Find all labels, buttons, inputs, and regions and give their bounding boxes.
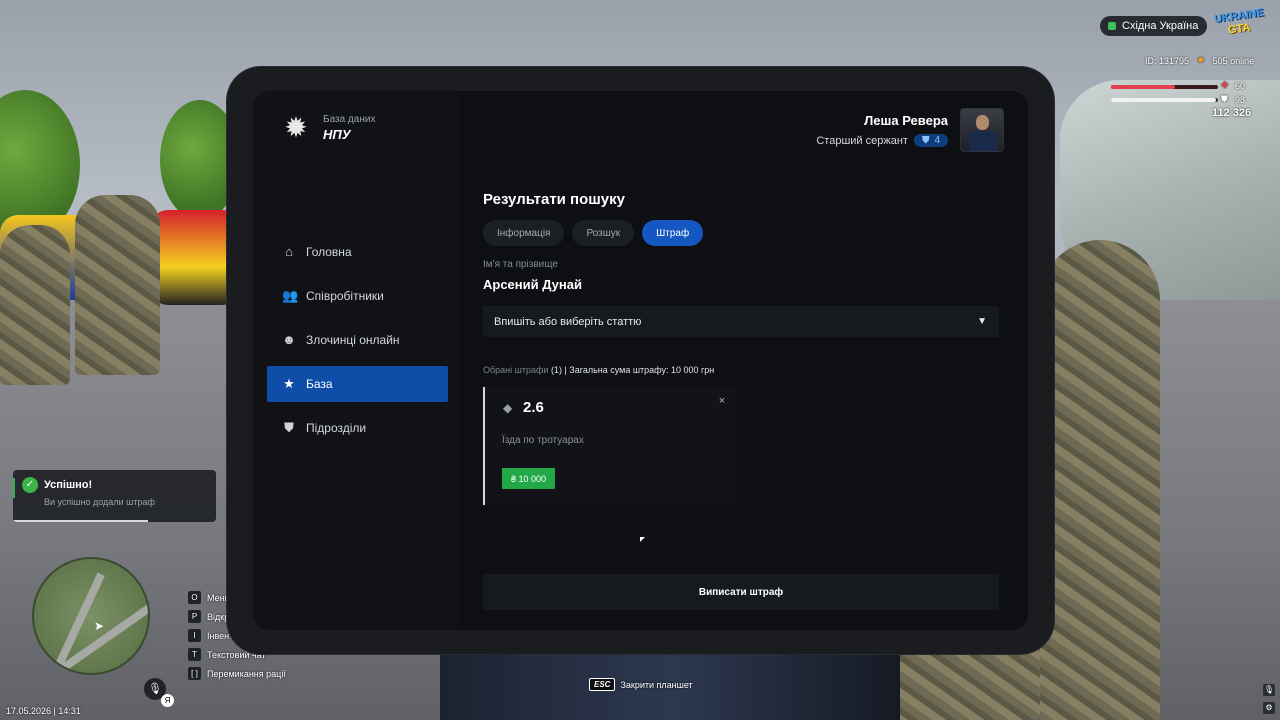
money-display: 112 326 xyxy=(1212,107,1251,119)
hotkey-key: T xyxy=(188,648,201,661)
tab-fine[interactable]: Штраф xyxy=(642,220,704,246)
online-count: 505 online xyxy=(1212,55,1255,66)
sidebar-item-database[interactable]: ★ База xyxy=(267,366,448,402)
avatar-head xyxy=(976,115,989,130)
result-tabs: Інформація Розшук Штраф xyxy=(483,220,704,246)
sidebar-item-label: Співробітники xyxy=(306,289,384,303)
voice-key: Я xyxy=(161,694,174,707)
health-value: 60 xyxy=(1235,81,1246,91)
summary-total: | Загальна сума штрафу: 10 000 грн xyxy=(564,365,715,375)
sidebar-item-label: Злочинці онлайн xyxy=(306,333,400,347)
close-icon[interactable]: × xyxy=(715,394,729,408)
notification-title: Успішно! xyxy=(44,479,93,491)
health-icon: ✚ xyxy=(1221,80,1229,90)
esc-key: ESC xyxy=(589,678,616,691)
sidebar-item-home[interactable]: ⌂ Головна xyxy=(267,234,448,270)
user-profile: Леша Ревера Старший сержант ⛊ 4 xyxy=(816,108,1004,152)
soldier xyxy=(75,195,160,375)
sidebar-item-divisions[interactable]: ⛊ Підрозділи xyxy=(267,410,448,446)
fines-summary: Обрані штрафи (1) | Загальна сума штрафу… xyxy=(483,365,714,375)
soldier xyxy=(0,225,70,385)
mouse-cursor xyxy=(640,537,645,542)
sidebar-item-criminals[interactable]: ☻ Злочинці онлайн xyxy=(267,322,448,358)
name-label: Ім'я та прізвище xyxy=(483,259,558,270)
hotkey-key: [ ] xyxy=(188,667,201,680)
tablet-screen: ✹ База даних НПУ ⌂ Головна 👥 Співробітни… xyxy=(253,91,1028,630)
notification-message: Ви успішно додали штраф xyxy=(44,497,155,507)
rank-level: 4 xyxy=(934,135,940,146)
server-logo: UKRAINE GTA xyxy=(1213,7,1270,40)
fine-code: 2.6 xyxy=(523,399,544,416)
mic-status-icon: 🎙 xyxy=(1263,684,1275,696)
issue-fine-button[interactable]: Виписати штраф xyxy=(483,574,999,610)
sidebar-item-employees[interactable]: 👥 Співробітники xyxy=(267,278,448,314)
police-badge-icon: ✹ xyxy=(284,112,308,143)
success-notification: ✓ Успішно! Ви успішно додали штраф xyxy=(13,470,216,522)
article-select[interactable]: Впишіть або виберіть статтю ▼ xyxy=(483,306,999,337)
main-content: Леша Ревера Старший сержант ⛊ 4 Результа… xyxy=(458,91,1028,630)
hotkey-key: I xyxy=(188,629,201,642)
notification-accent xyxy=(13,478,15,498)
fine-description: Їзда по тротуарах xyxy=(502,435,584,446)
star-icon: ★ xyxy=(283,376,295,391)
brand-name: НПУ xyxy=(323,127,351,142)
fine-amount: ₴ 10 000 xyxy=(502,468,556,489)
region-name: Східна Україна xyxy=(1122,20,1199,32)
sidebar-item-label: Головна xyxy=(306,245,352,259)
notification-progress xyxy=(13,520,148,522)
fine-card: ◆ 2.6 × Їзда по тротуарах ₴ 10 000 xyxy=(483,387,737,505)
datetime: 17.05.2026 | 14:31 xyxy=(6,706,81,716)
check-icon: ✓ xyxy=(22,477,38,493)
hotkey-key: O xyxy=(188,591,201,604)
home-icon: ⌂ xyxy=(285,244,293,259)
region-indicator: Східна Україна xyxy=(1100,16,1208,36)
avatar-body xyxy=(969,131,997,151)
avatar xyxy=(960,108,1004,152)
user-name: Леша Ревера xyxy=(864,113,948,128)
armor-bar xyxy=(1111,98,1216,102)
armor-icon: ⛊ xyxy=(1221,94,1228,104)
user-rank: Старший сержант xyxy=(816,134,908,147)
online-icon: ✸ xyxy=(1197,55,1205,65)
brand-subtitle: База даних xyxy=(323,114,376,125)
tab-information[interactable]: Інформація xyxy=(483,220,565,246)
summary-count: (1) xyxy=(550,365,562,375)
summary-prefix: Обрані штрафи xyxy=(483,365,549,375)
tag-icon: ◆ xyxy=(503,401,513,415)
rank-badge: ⛊ 4 xyxy=(913,134,948,147)
minimap: ➤ xyxy=(32,557,150,675)
player-info: ID: 131795 ✸ 505 online xyxy=(1145,55,1254,66)
player-marker-icon: ➤ xyxy=(94,619,105,633)
chevron-down-icon: ▼ xyxy=(977,316,987,327)
armor-value: 98 xyxy=(1235,95,1246,105)
soldier-foreground xyxy=(1040,240,1160,720)
shield-icon: ⛊ xyxy=(284,420,294,435)
money-value: 112 326 xyxy=(1212,107,1252,119)
person-name: Арсений Дунай xyxy=(483,277,582,292)
brand: ✹ База даних НПУ xyxy=(281,113,375,143)
settings-icon: ⚙ xyxy=(1263,702,1275,714)
close-tablet-hint[interactable]: ESC Закрити планшет xyxy=(589,678,693,691)
mask-icon: ☻ xyxy=(282,332,296,347)
close-tablet-label: Закрити планшет xyxy=(620,679,693,690)
hotkey-item: [ ] Перемикання рації xyxy=(188,664,286,683)
tab-wanted[interactable]: Розшук xyxy=(572,220,635,246)
hotkey-label: Перемикання рації xyxy=(207,668,286,679)
hotkey-key: P xyxy=(188,610,201,623)
police-tablet: ✹ База даних НПУ ⌂ Головна 👥 Співробітни… xyxy=(227,67,1054,654)
region-icon xyxy=(1108,22,1116,30)
sidebar-item-label: База xyxy=(306,377,333,391)
logo-line2: GTA xyxy=(1227,21,1252,37)
page-title: Результати пошуку xyxy=(483,191,625,208)
player-id: ID: 131795 xyxy=(1145,55,1190,66)
health-bar xyxy=(1111,85,1176,89)
sidebar-item-label: Підрозділи xyxy=(306,421,367,435)
users-icon: 👥 xyxy=(282,288,299,303)
sidebar-nav: ⌂ Головна 👥 Співробітники ☻ Злочинці онл… xyxy=(267,234,448,454)
shield-icon: ⛊ xyxy=(921,135,930,146)
article-select-placeholder: Впишіть або виберіть статтю xyxy=(494,315,642,328)
